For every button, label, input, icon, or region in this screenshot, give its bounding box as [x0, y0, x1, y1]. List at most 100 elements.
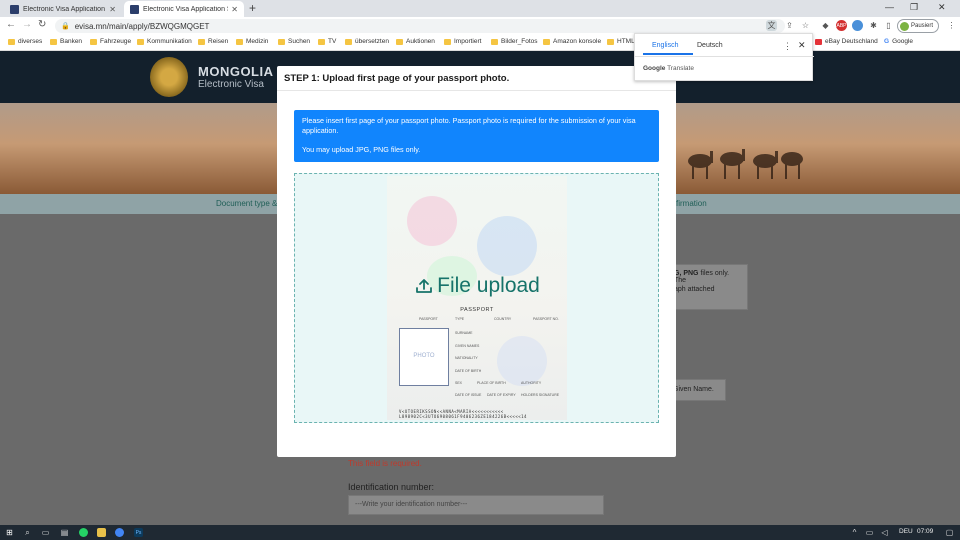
- bookmark-item[interactable]: Bilder_Fotos: [491, 38, 538, 45]
- extension-globe-icon[interactable]: [852, 20, 863, 31]
- folder-icon: [345, 38, 352, 45]
- new-tab-button[interactable]: +: [249, 1, 256, 15]
- camel-caravan-image: [688, 149, 803, 179]
- photoshop-icon[interactable]: Ps: [134, 528, 143, 537]
- field-error-message: This field is required.: [348, 459, 422, 468]
- lock-icon: 🔒: [61, 23, 70, 30]
- modal-divider: [277, 90, 676, 91]
- folder-icon: [8, 38, 15, 45]
- translate-divider: [635, 56, 814, 57]
- identification-number-input[interactable]: ---Write your identification number---: [348, 495, 604, 515]
- clock[interactable]: 07:09: [917, 528, 933, 535]
- whatsapp-icon[interactable]: [79, 528, 88, 537]
- upload-icon: [416, 279, 433, 294]
- browser-tab-1[interactable]: Electronic Visa Application Syste ✕: [4, 1, 122, 17]
- site-favicon-icon: [130, 4, 139, 14]
- upload-label: File upload: [437, 274, 540, 297]
- translate-icon[interactable]: 文: [766, 20, 777, 31]
- bookmark-item[interactable]: G Google: [884, 38, 913, 45]
- browser-tab-2[interactable]: Electronic Visa Application Syste ✕: [124, 1, 244, 17]
- bookmark-item[interactable]: Medizin: [236, 38, 268, 45]
- network-icon[interactable]: ▭: [865, 528, 874, 537]
- bookmark-item[interactable]: TV: [318, 38, 336, 45]
- folder-icon: [236, 38, 243, 45]
- bookmark-item[interactable]: Auktionen: [396, 38, 435, 45]
- folder-icon: [90, 38, 97, 45]
- folder-icon: [543, 38, 550, 45]
- translate-tab-target[interactable]: Deutsch: [697, 42, 723, 49]
- passport-mrz: V<UTOERIKSSON<<ANNA<MARIA<<<<<<<<<<< L89…: [399, 409, 527, 419]
- folder-icon: [137, 38, 144, 45]
- chrome-icon[interactable]: [115, 528, 124, 537]
- upload-instruction-note: G, PNG files only. The aph attached: [668, 264, 748, 310]
- restore-icon[interactable]: ❐: [910, 2, 918, 13]
- bookmark-item[interactable]: eBay Deutschland: [815, 38, 878, 45]
- volume-icon[interactable]: ◁: [880, 528, 889, 537]
- info-alert: Please insert first page of your passpor…: [294, 110, 659, 162]
- folder-icon: [491, 38, 498, 45]
- file-upload-button[interactable]: File upload: [295, 274, 660, 298]
- minimize-icon[interactable]: —: [885, 2, 894, 12]
- bookmark-item[interactable]: übersetzten: [345, 38, 389, 45]
- mongolia-emblem-icon: [150, 57, 188, 97]
- folder-icon: [607, 38, 614, 45]
- folder-icon: [50, 38, 57, 45]
- file-upload-dropzone[interactable]: PASSPORT PASSPORT TYPE COUNTRY PASSPORT …: [294, 173, 659, 423]
- close-tab-icon[interactable]: ✕: [109, 5, 116, 14]
- avatar: [900, 21, 909, 31]
- keyboard-language[interactable]: DEU: [899, 528, 913, 535]
- web-page: MONGOLIA Electronic Visa Document type &…: [0, 51, 960, 525]
- menu-icon[interactable]: ⋮: [946, 20, 957, 31]
- site-favicon-icon: [10, 4, 19, 14]
- notifications-icon[interactable]: ▢: [945, 528, 954, 537]
- translate-options-icon[interactable]: ⋮: [783, 41, 792, 52]
- task-view-icon[interactable]: ▭: [41, 528, 50, 537]
- forward-icon[interactable]: →: [22, 19, 32, 30]
- search-icon[interactable]: ⌕: [23, 528, 32, 537]
- ebay-icon: [815, 38, 822, 45]
- share-icon[interactable]: ⇪: [784, 20, 795, 31]
- bookmark-item[interactable]: Reisen: [198, 38, 228, 45]
- bookmark-item[interactable]: Importiert: [444, 38, 481, 45]
- bookmark-item[interactable]: Kommunikation: [137, 38, 192, 45]
- extension-icon[interactable]: ◆: [820, 20, 831, 31]
- puzzle-icon[interactable]: ✱: [868, 20, 879, 31]
- bookmark-item[interactable]: HTML: [607, 38, 635, 45]
- address-bar[interactable]: 🔒 evisa.mn/main/apply/BZWQGMQGET: [55, 19, 785, 33]
- sidebar-icon[interactable]: ▯: [883, 20, 894, 31]
- bookmark-item[interactable]: Amazon konsole: [543, 38, 601, 45]
- browser-tab-strip: Electronic Visa Application Syste ✕ Elec…: [0, 0, 960, 17]
- bookmark-item[interactable]: diverses: [8, 38, 42, 45]
- browser-toolbar: ← → ↻ 🔒 evisa.mn/main/apply/BZWQGMQGET 文…: [0, 17, 960, 35]
- file-explorer-icon[interactable]: ▤: [60, 528, 69, 537]
- windows-start-icon[interactable]: ⊞: [5, 528, 14, 537]
- bookmark-item[interactable]: Fahrzeuge: [90, 38, 131, 45]
- close-window-icon[interactable]: ✕: [938, 2, 946, 13]
- bookmark-item[interactable]: Banken: [50, 38, 82, 45]
- url-text: evisa.mn/main/apply/BZWQGMQGET: [74, 21, 210, 31]
- profile-button[interactable]: Pausiert: [897, 19, 939, 33]
- step-confirmation[interactable]: firmation: [676, 199, 707, 208]
- bookmark-star-icon[interactable]: ☆: [800, 20, 811, 31]
- passport-sample-image: PASSPORT PASSPORT TYPE COUNTRY PASSPORT …: [387, 176, 567, 420]
- folder-icon: [278, 38, 285, 45]
- given-name-note: Given Name.: [668, 379, 726, 401]
- google-icon: G: [884, 38, 890, 45]
- reload-icon[interactable]: ↻: [38, 19, 46, 30]
- tray-chevron-icon[interactable]: ^: [850, 528, 859, 537]
- site-brand-subtitle: Electronic Visa: [198, 79, 264, 90]
- close-icon[interactable]: ✕: [798, 40, 806, 51]
- tab-title: Electronic Visa Application Syste: [23, 5, 106, 13]
- tab-title: Electronic Visa Application Syste: [143, 5, 228, 13]
- google-translate-brand: Google Translate: [643, 65, 694, 72]
- bookmark-item[interactable]: Suchen: [278, 38, 310, 45]
- identification-number-label: Identification number:: [348, 482, 435, 492]
- translate-popup: Englisch Deutsch ⋮ ✕ Google Translate: [634, 33, 814, 81]
- back-icon[interactable]: ←: [6, 19, 16, 30]
- adblock-icon[interactable]: ABP: [836, 20, 847, 31]
- step-document-type[interactable]: Document type &: [216, 199, 277, 208]
- close-tab-icon[interactable]: ✕: [231, 5, 238, 14]
- translate-tab-source[interactable]: Englisch: [652, 42, 678, 49]
- app-icon[interactable]: [97, 528, 106, 537]
- site-brand-title: MONGOLIA: [198, 64, 274, 79]
